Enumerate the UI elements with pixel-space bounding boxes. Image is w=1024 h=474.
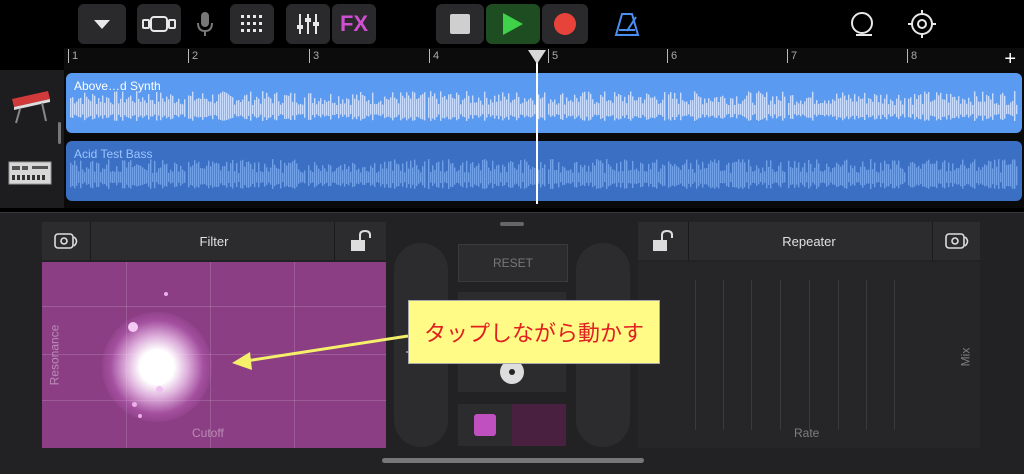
annotation-callout: タップしながら動かす: [408, 300, 660, 364]
annotation-arrow: [232, 334, 409, 370]
